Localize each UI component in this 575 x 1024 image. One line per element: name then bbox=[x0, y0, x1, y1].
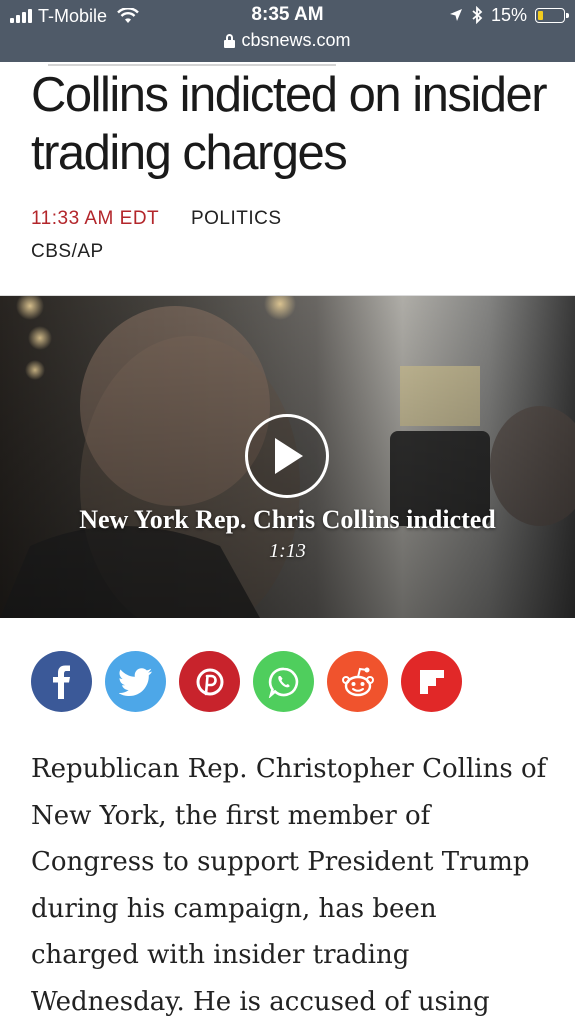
bluetooth-icon bbox=[472, 6, 483, 24]
url-label: cbsnews.com bbox=[241, 30, 351, 50]
share-bar bbox=[31, 651, 462, 712]
video-title: New York Rep. Chris Collins indicted bbox=[79, 505, 496, 534]
pinterest-share-button[interactable] bbox=[179, 651, 240, 712]
flipboard-share-button[interactable] bbox=[401, 651, 462, 712]
flipboard-icon bbox=[419, 669, 444, 694]
status-right: 15% bbox=[449, 4, 569, 26]
location-arrow-icon bbox=[449, 9, 462, 21]
facebook-share-button[interactable] bbox=[31, 651, 92, 712]
twitter-icon bbox=[118, 667, 152, 696]
play-button[interactable] bbox=[245, 414, 329, 498]
lock-icon bbox=[224, 33, 236, 48]
article-headline: Collins indicted on insider trading char… bbox=[31, 68, 548, 180]
facebook-icon bbox=[52, 665, 70, 699]
article-body: Republican Rep. Christopher Collins of N… bbox=[31, 754, 547, 1017]
whatsapp-share-button[interactable] bbox=[253, 651, 314, 712]
battery-percent: 15% bbox=[490, 4, 527, 25]
status-bar: T-Mobile 8:35 AM cbsnews.com 15% bbox=[0, 0, 575, 62]
video-duration: 1:13 bbox=[269, 540, 306, 562]
reddit-share-button[interactable] bbox=[327, 651, 388, 712]
article-time: 11:33 AM EDT bbox=[31, 208, 160, 229]
battery-icon bbox=[535, 7, 569, 23]
article-category[interactable]: POLITICS bbox=[191, 208, 282, 229]
article-meta: 11:33 AM EDT POLITICS bbox=[31, 208, 282, 230]
address-bar[interactable]: cbsnews.com bbox=[0, 30, 575, 51]
article-source: CBS/AP bbox=[31, 241, 104, 262]
reddit-icon bbox=[341, 667, 374, 696]
whatsapp-icon bbox=[268, 667, 298, 698]
play-icon bbox=[275, 438, 303, 474]
twitter-share-button[interactable] bbox=[105, 651, 166, 712]
pinterest-icon bbox=[196, 668, 223, 695]
